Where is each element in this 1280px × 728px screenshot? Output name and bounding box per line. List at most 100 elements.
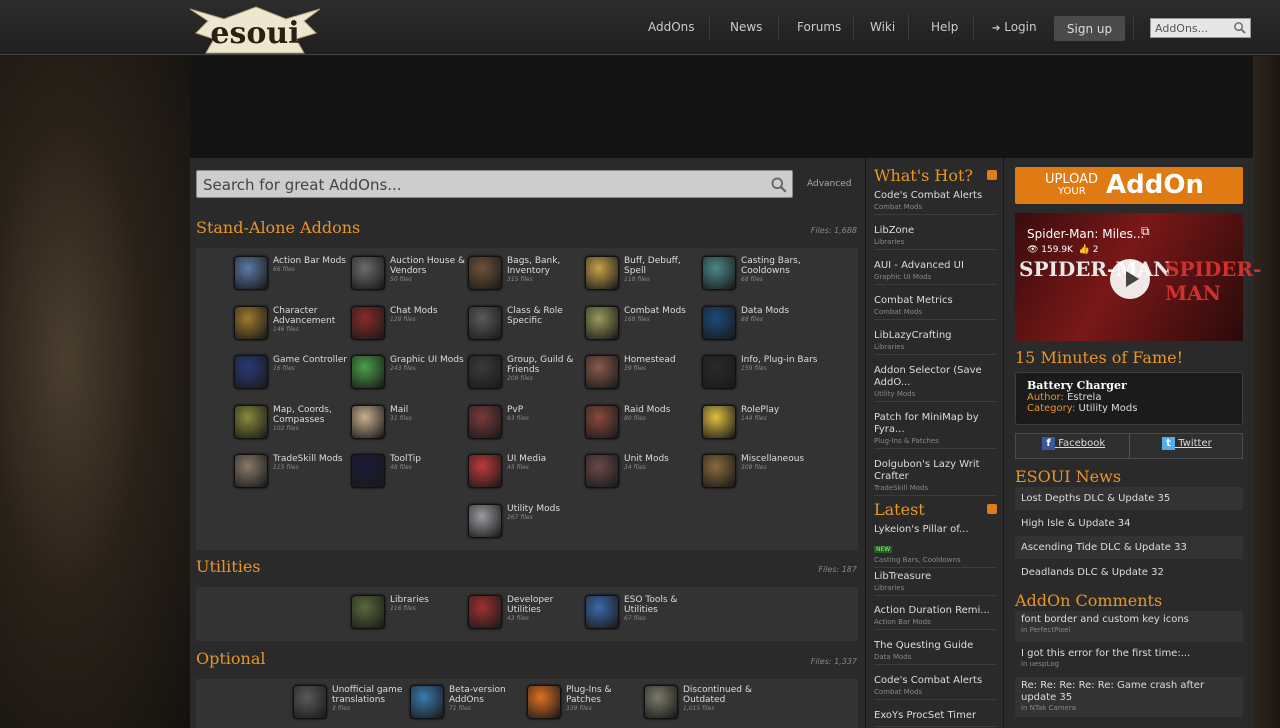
latest-item[interactable]: LibTreasure Libraries xyxy=(874,571,996,596)
category-mail[interactable]: Mail 31 files xyxy=(351,404,470,449)
hot-item[interactable]: LibLazyCrafting Libraries xyxy=(874,330,996,355)
category-icon[interactable] xyxy=(527,685,561,719)
category-utility-mods[interactable]: Utility Mods 267 files xyxy=(468,503,587,548)
category-label[interactable]: Action Bar Mods 66 files xyxy=(273,256,353,274)
category-chat-mods[interactable]: Chat Mods 128 files xyxy=(351,305,470,350)
section-title[interactable]: Stand-Alone Addons xyxy=(196,218,360,237)
category-icon[interactable] xyxy=(468,355,502,389)
addon-search-input[interactable]: Search for great AddOns... xyxy=(196,170,793,198)
category-character-advancement[interactable]: Character Advancement 146 files xyxy=(234,305,350,350)
category-icon[interactable] xyxy=(702,404,736,439)
category-icon[interactable] xyxy=(410,685,444,719)
category-icon[interactable] xyxy=(702,256,736,290)
category-label[interactable]: RolePlay 144 files xyxy=(741,405,821,423)
category-label[interactable]: PvP 93 files xyxy=(507,405,587,423)
hot-item-name[interactable]: Patch for MiniMap by Fyra... xyxy=(874,412,996,436)
category-label[interactable]: UI Media 45 files xyxy=(507,454,587,472)
category-label[interactable]: ToolTip 48 files xyxy=(390,454,470,472)
category-label[interactable]: Raid Mods 80 files xyxy=(624,405,704,423)
hot-item-name[interactable]: AUI - Advanced UI xyxy=(874,260,996,272)
rss-icon[interactable] xyxy=(987,170,997,180)
category-label[interactable]: Game Controller 16 files xyxy=(273,355,353,373)
hot-item-name[interactable]: Combat Metrics xyxy=(874,295,996,307)
category-icon[interactable] xyxy=(585,305,619,340)
category-icon[interactable] xyxy=(234,454,268,488)
category-label[interactable]: Mail 31 files xyxy=(390,405,470,423)
category-icon[interactable] xyxy=(702,355,736,389)
nav-wiki[interactable]: Wiki xyxy=(870,20,895,34)
category-icon[interactable] xyxy=(468,305,502,340)
comment-text[interactable]: I got this error for the first time:... xyxy=(1021,648,1237,660)
latest-item[interactable]: Lykeion's Pillar of... NEW Casting Bars, C… xyxy=(874,524,996,568)
latest-item-name[interactable]: Lykeion's Pillar of... xyxy=(874,524,996,536)
nav-news[interactable]: News xyxy=(730,20,762,34)
news-item[interactable]: Ascending Tide DLC & Update 33 xyxy=(1015,536,1243,559)
play-button[interactable] xyxy=(1110,259,1150,299)
category-icon[interactable] xyxy=(351,595,385,629)
category-auction-house-vendors[interactable]: Auction House & Vendors 50 files xyxy=(351,256,467,300)
category-label[interactable]: Unit Mods 34 files xyxy=(624,454,704,472)
category-libraries[interactable]: Libraries 116 files xyxy=(351,595,467,639)
section-title[interactable]: Utilities xyxy=(196,557,261,576)
category-label[interactable]: Data Mods 88 files xyxy=(741,306,821,324)
hot-item-name[interactable]: Code's Combat Alerts xyxy=(874,190,996,202)
category-tooltip[interactable]: ToolTip 48 files xyxy=(351,454,467,498)
category-label[interactable]: Casting Bars, Cooldowns 68 files xyxy=(741,256,821,284)
hot-item-name[interactable]: Dolgubon's Lazy Writ Crafter xyxy=(874,459,996,483)
hot-item[interactable]: AUI - Advanced UI Graphic UI Mods xyxy=(874,260,996,285)
latest-item-name[interactable]: The Questing Guide xyxy=(874,640,996,652)
latest-item[interactable]: The Questing Guide Data Mods xyxy=(874,640,996,665)
category-label[interactable]: Libraries 116 files xyxy=(390,595,470,613)
category-icon[interactable] xyxy=(468,454,502,488)
hot-item[interactable]: LibZone Libraries xyxy=(874,225,996,250)
fame-addon-name[interactable]: Battery Charger xyxy=(1027,379,1231,392)
hot-item-name[interactable]: LibZone xyxy=(874,225,996,237)
category-icon[interactable] xyxy=(585,355,619,389)
category-label[interactable]: Discontinued & Outdated 1,015 files xyxy=(683,685,763,713)
category-class-role-specific[interactable]: Class & Role Specific xyxy=(468,305,584,350)
category-roleplay[interactable]: RolePlay 144 files xyxy=(702,404,821,449)
category-map-coords-compasses[interactable]: Map, Coords, Compasses 102 files xyxy=(234,404,350,449)
latest-item[interactable]: Code's Combat Alerts Combat Mods xyxy=(874,675,996,700)
category-eso-tools-utilities[interactable]: ESO Tools & Utilities 67 files xyxy=(585,595,701,639)
external-link-icon[interactable]: ⧉ xyxy=(1141,224,1150,239)
category-icon[interactable] xyxy=(351,305,385,340)
category-action-bar-mods[interactable]: Action Bar Mods 66 files xyxy=(234,256,350,300)
category-casting-bars-cooldowns[interactable]: Casting Bars, Cooldowns 68 files xyxy=(702,256,818,300)
news-item[interactable]: Deadlands DLC & Update 32 xyxy=(1015,560,1243,584)
nav-addons[interactable]: AddOns xyxy=(648,20,695,34)
nav-login[interactable]: ➔ Login xyxy=(992,20,1037,34)
category-bags-bank-inventory[interactable]: Bags, Bank, Inventory 315 files xyxy=(468,256,584,300)
category-icon[interactable] xyxy=(234,404,268,439)
category-icon[interactable] xyxy=(351,404,385,439)
category-icon[interactable] xyxy=(351,256,385,290)
category-icon[interactable] xyxy=(702,454,736,488)
category-label[interactable]: Auction House & Vendors 50 files xyxy=(390,256,470,284)
category-info-plug-in-bars[interactable]: Info, Plug-in Bars 159 files xyxy=(702,355,818,399)
news-item[interactable]: High Isle & Update 34 xyxy=(1015,511,1243,535)
comment-item[interactable]: Re: Re: Re: Re: Re: Game crash after upd… xyxy=(1015,677,1243,717)
category-label[interactable]: Graphic UI Mods 243 files xyxy=(390,355,470,373)
facebook-link[interactable]: f Facebook xyxy=(1042,437,1105,457)
latest-item-name[interactable]: ExoYs ProcSet Timer xyxy=(874,710,996,722)
latest-item-name[interactable]: LibTreasure xyxy=(874,571,996,583)
hot-item[interactable]: Addon Selector (Save AddO... Utility Mods xyxy=(874,365,996,402)
category-label[interactable]: Chat Mods 128 files xyxy=(390,306,470,324)
category-unit-mods[interactable]: Unit Mods 34 files xyxy=(585,454,701,498)
category-group-guild-friends[interactable]: Group, Guild & Friends 209 files xyxy=(468,355,584,399)
upload-addon-button[interactable]: UPLOAD YOUR AddOn xyxy=(1015,167,1243,204)
comment-item[interactable]: I got this error for the first time:... i… xyxy=(1015,645,1243,675)
category-icon[interactable] xyxy=(702,305,736,340)
nav-search-input[interactable]: AddOns... xyxy=(1150,18,1251,38)
category-label[interactable]: Unofficial game translations 3 files xyxy=(332,685,412,713)
featured-video[interactable]: Spider-Man: Miles... ⧉ 👁 159.9K 👍 2 SPID… xyxy=(1015,213,1261,341)
category-label[interactable]: Utility Mods 267 files xyxy=(507,504,587,522)
esoui-logo[interactable]: esoui xyxy=(186,3,324,57)
category-label[interactable]: Miscellaneous 309 files xyxy=(741,454,821,472)
signup-button[interactable]: Sign up xyxy=(1054,16,1125,41)
latest-item-name[interactable]: Action Duration Remi... xyxy=(874,605,996,617)
category-icon[interactable] xyxy=(351,355,385,389)
category-icon[interactable] xyxy=(468,256,502,290)
category-icon[interactable] xyxy=(585,454,619,488)
category-icon[interactable] xyxy=(585,404,619,439)
